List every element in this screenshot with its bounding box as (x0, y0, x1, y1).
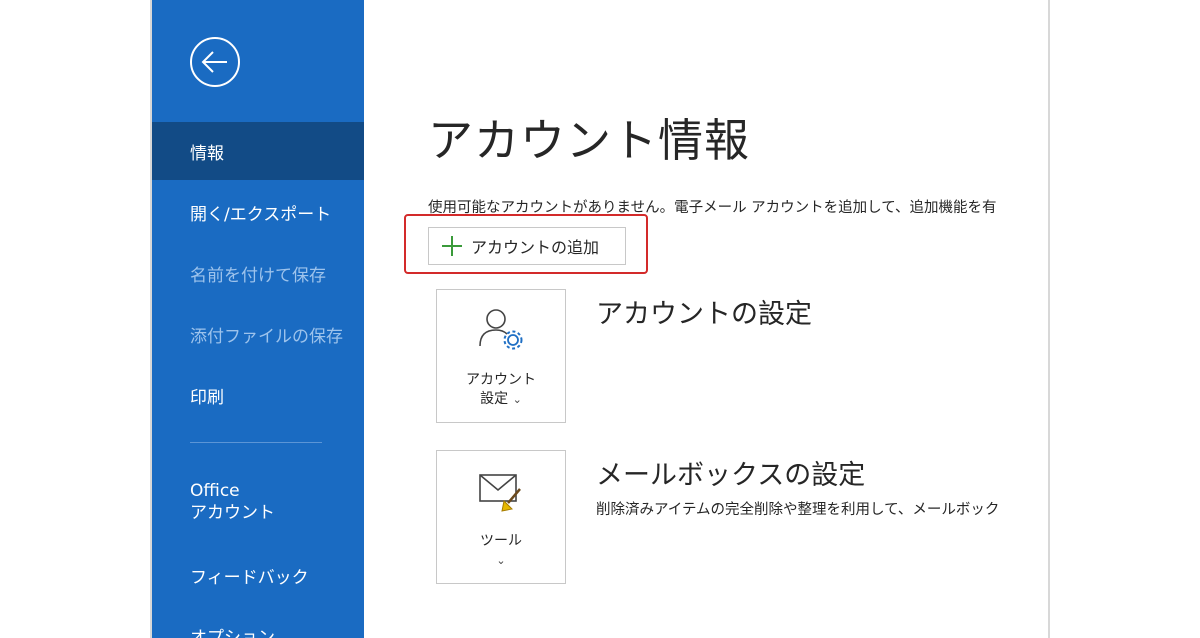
nav-feedback-label: フィードバック (190, 567, 309, 588)
account-settings-title: アカウントの設定 (596, 299, 812, 330)
nav-options[interactable]: オプション (152, 606, 364, 638)
chevron-down-icon: ⌄ (512, 393, 522, 406)
back-arrow-circle-icon (190, 37, 240, 87)
mailbox-settings-description: 削除済みアイテムの完全削除や整理を利用して、メールボック (596, 502, 1000, 518)
tools-button[interactable]: ツール ⌄ (436, 450, 566, 584)
nav-open-export-label: 開く/エクスポート (190, 204, 332, 225)
tools-tile-label: ツール ⌄ (480, 533, 522, 567)
account-settings-tile-label: アカウント 設定 ⌄ (466, 372, 536, 407)
outlook-backstage: 情報 開く/エクスポート 名前を付けて保存 添付ファイルの保存 印刷 Offic… (150, 0, 1050, 638)
page-title: アカウント情報 (428, 114, 751, 167)
nav-save-attachments-label: 添付ファイルの保存 (190, 326, 343, 347)
envelope-broom-icon (479, 474, 521, 512)
sidebar: 情報 開く/エクスポート 名前を付けて保存 添付ファイルの保存 印刷 Offic… (152, 0, 364, 638)
add-account-label: アカウントの追加 (471, 238, 600, 257)
nav-office-account[interactable]: Office アカウント (152, 470, 364, 534)
main-content: アカウント情報 使用可能なアカウントがありません。電子メール アカウントを追加し… (364, 0, 1048, 638)
nav-divider (190, 442, 322, 443)
nav-options-label: オプション (190, 627, 275, 638)
nav-feedback[interactable]: フィードバック (152, 546, 364, 604)
nav-office-account-label: Office アカウント (190, 481, 275, 523)
nav-open-export[interactable]: 開く/エクスポート (152, 183, 364, 241)
person-gear-icon (479, 309, 523, 350)
back-button[interactable] (188, 35, 242, 89)
nav-print-label: 印刷 (190, 387, 224, 408)
nav-save-attachments[interactable]: 添付ファイルの保存 (152, 305, 364, 363)
nav-save-as[interactable]: 名前を付けて保存 (152, 244, 364, 302)
nav-print[interactable]: 印刷 (152, 366, 364, 424)
mailbox-settings-title: メールボックスの設定 (596, 460, 866, 491)
account-settings-button[interactable]: アカウント 設定 ⌄ (436, 289, 566, 423)
nav-info[interactable]: 情報 (152, 122, 364, 180)
nav-info-label: 情報 (190, 143, 224, 164)
add-account-button[interactable]: アカウントの追加 (428, 227, 626, 265)
nav-save-as-label: 名前を付けて保存 (190, 265, 326, 286)
chevron-down-icon: ⌄ (496, 554, 506, 567)
plus-icon (441, 235, 463, 257)
